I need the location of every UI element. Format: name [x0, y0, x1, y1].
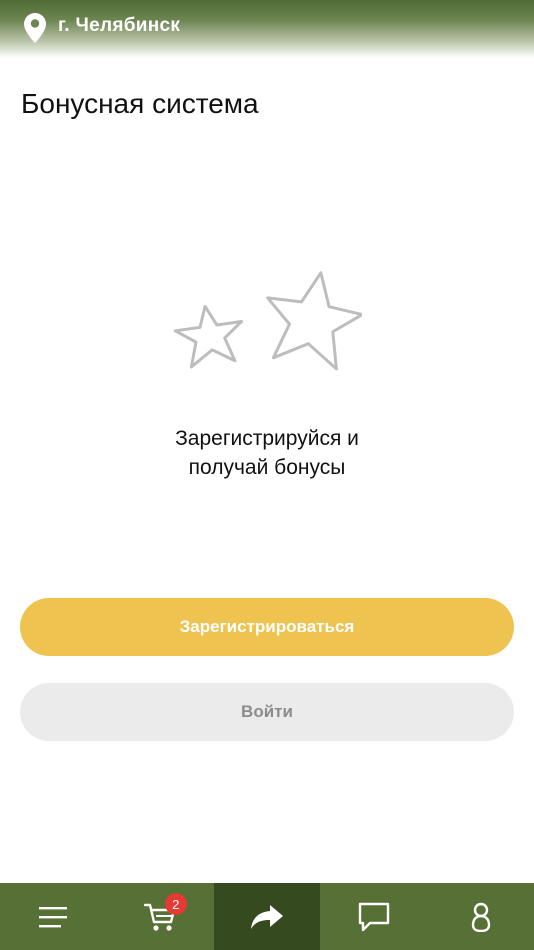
city-selector[interactable]: г. Челябинск	[58, 15, 180, 37]
menu-icon	[39, 906, 68, 927]
nav-profile[interactable]	[427, 883, 534, 950]
login-button[interactable]: Войти	[20, 683, 514, 741]
register-button[interactable]: Зарегистрироваться	[20, 598, 514, 656]
profile-icon	[471, 902, 490, 932]
empty-state-message: Зарегистрируйся и получай бонусы	[0, 424, 534, 482]
stars-icon	[173, 271, 362, 371]
share-icon	[250, 904, 283, 929]
page-title: Бонусная система	[21, 88, 259, 119]
empty-state-line-2: получай бонусы	[188, 456, 346, 479]
nav-menu[interactable]	[0, 883, 107, 950]
chat-icon	[358, 902, 389, 931]
nav-chat[interactable]	[320, 883, 427, 950]
cart-count-badge: 2	[164, 893, 187, 915]
location-pin-icon[interactable]	[24, 13, 46, 43]
empty-state-line-1: Зарегистрируйся и	[175, 427, 359, 450]
nav-share[interactable]	[213, 883, 321, 950]
bottom-navigation: 2	[0, 883, 534, 950]
top-bar: г. Челябинск	[0, 0, 534, 58]
nav-cart[interactable]: 2	[107, 883, 214, 950]
